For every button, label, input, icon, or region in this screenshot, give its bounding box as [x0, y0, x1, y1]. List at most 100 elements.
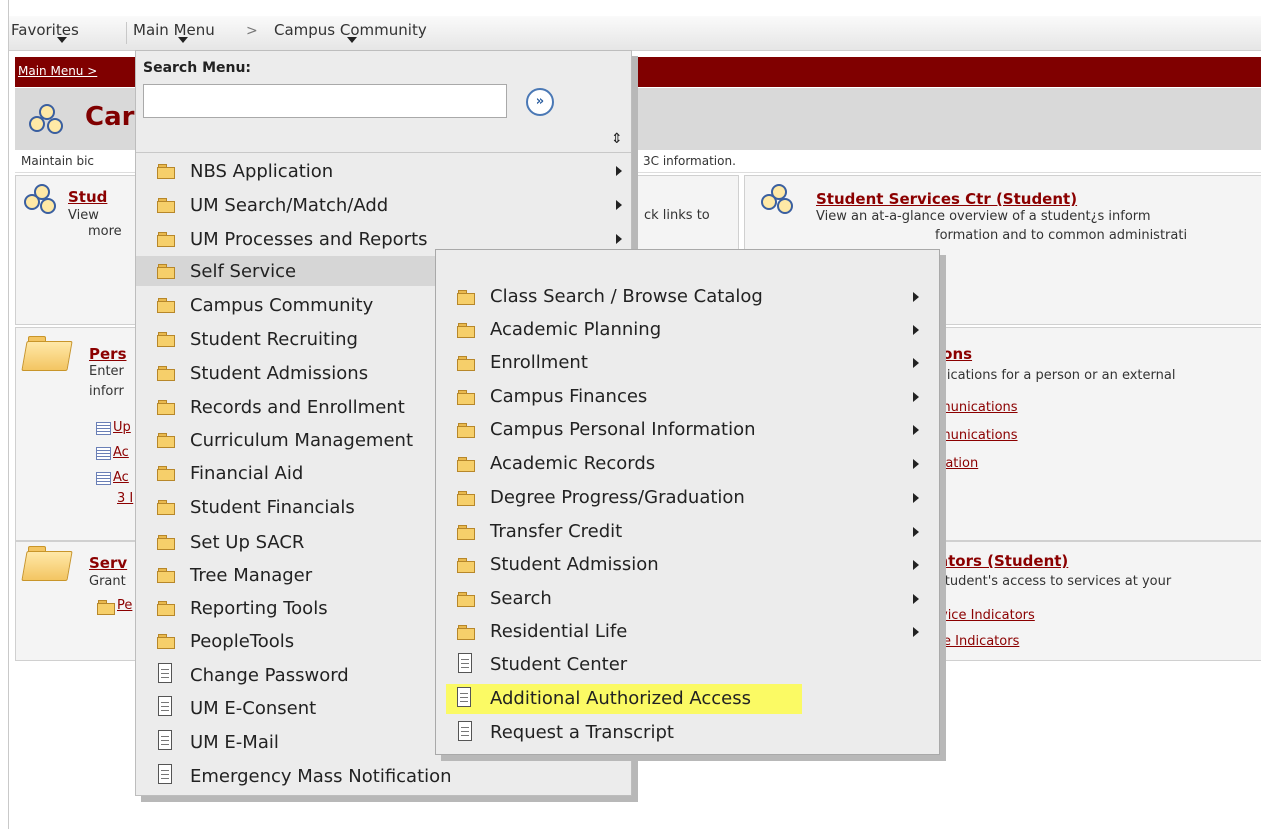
nav-divider [126, 22, 127, 44]
panel-title-stud[interactable]: Stud [68, 188, 107, 206]
folder-icon [157, 264, 175, 279]
page-icon [458, 653, 472, 673]
menu-item-label: Student Recruiting [190, 329, 358, 350]
folder-icon [457, 525, 475, 540]
folder-icon [457, 457, 475, 472]
submenu-arrow-icon [913, 594, 919, 604]
submenu-item-academic-planning[interactable]: Academic Planning [436, 315, 939, 345]
submenu-item-campus-finances[interactable]: Campus Finances [436, 382, 939, 412]
submenu-item-class-search-browse-catalog[interactable]: Class Search / Browse Catalog [436, 282, 939, 312]
menu-item-label: Financial Aid [190, 463, 304, 484]
submenu-item-label: Transfer Credit [490, 521, 623, 542]
panel-title-student-services-ctr[interactable]: Student Services Ctr (Student) [816, 190, 1077, 208]
folder-icon [157, 535, 175, 550]
chevron-down-icon[interactable] [178, 37, 188, 43]
panel-desc-stud-1: View [68, 208, 99, 223]
ind-link-2[interactable]: e Indicators [943, 634, 1019, 649]
search-menu-input[interactable] [143, 84, 507, 118]
submenu-item-residential-life[interactable]: Residential Life [436, 617, 939, 647]
submenu-arrow-icon [913, 358, 919, 368]
panel-title-indicators[interactable]: ators (Student) [938, 552, 1068, 570]
pers-more-link[interactable]: 3 I [117, 491, 133, 506]
sort-icon[interactable]: ⇕ [611, 131, 623, 147]
page-icon [457, 687, 471, 707]
menu-item-label: Self Service [190, 261, 297, 282]
people-icon [24, 184, 58, 218]
menu-item-label: UM Search/Match/Add [190, 195, 389, 216]
pers-link-2[interactable]: Ac [113, 445, 129, 460]
submenu-item-label: Enrollment [490, 352, 588, 373]
folder-icon [157, 164, 175, 179]
submenu-item-label: Additional Authorized Access [490, 688, 751, 709]
submenu-item-student-center[interactable]: Student Center [436, 650, 939, 680]
page-title: Car [85, 102, 135, 132]
submenu-item-label: Campus Finances [490, 386, 648, 407]
submenu-item-academic-records[interactable]: Academic Records [436, 449, 939, 479]
submenu-item-search[interactable]: Search [436, 584, 939, 614]
menu-item-nbs-application[interactable]: NBS Application [136, 156, 631, 186]
search-go-button[interactable]: » [526, 88, 554, 116]
menu-item-label: Records and Enrollment [190, 397, 405, 418]
panel-desc-stud-2: more [88, 224, 122, 239]
nav-favorites[interactable]: Favorites [11, 21, 79, 39]
submenu-arrow-icon [616, 234, 622, 244]
submenu-item-additional-authorized-access[interactable]: Additional Authorized Access [446, 684, 802, 714]
submenu-item-label: Request a Transcript [490, 722, 674, 743]
panel-title-communications[interactable]: ions [937, 345, 972, 363]
submenu-item-transfer-credit[interactable]: Transfer Credit [436, 517, 939, 547]
menu-item-label: Set Up SACR [190, 532, 305, 553]
submenu-item-request-a-transcript[interactable]: Request a Transcript [436, 718, 939, 748]
submenu-item-label: Residential Life [490, 621, 628, 642]
folder-icon [457, 592, 475, 607]
pers-link-3[interactable]: Ac [113, 470, 129, 485]
menu-item-label: PeopleTools [190, 631, 295, 652]
panel-desc-pers-1: Enter [89, 364, 124, 379]
chevron-down-icon[interactable] [347, 37, 357, 43]
folder-icon [457, 423, 475, 438]
serv-link[interactable]: Pe [117, 598, 132, 613]
ind-link-1[interactable]: vice Indicators [940, 608, 1035, 623]
panel-desc-pers-2: inforr [89, 384, 124, 399]
submenu-item-label: Search [490, 588, 552, 609]
page-desc-right: 3C information. [643, 154, 736, 168]
submenu-arrow-icon [913, 459, 919, 469]
breadcrumb[interactable]: Main Menu > [18, 64, 97, 78]
submenu-arrow-icon [913, 493, 919, 503]
panel-desc-ssc-2: formation and to common administrati [935, 228, 1188, 243]
panel-title-serv[interactable]: Serv [89, 554, 127, 572]
folder-icon [21, 336, 73, 371]
comm-link-2[interactable]: munications [938, 428, 1018, 443]
panel-desc-ind: student's access to services at your [938, 574, 1172, 589]
menu-item-label: Student Financials [190, 497, 355, 518]
grid-icon [96, 472, 111, 485]
submenu-item-student-admission[interactable]: Student Admission [436, 550, 939, 580]
nav-main-menu[interactable]: Main Menu [133, 21, 215, 39]
campus-community-icon [29, 102, 63, 136]
folder-icon [157, 634, 175, 649]
submenu-arrow-icon [913, 425, 919, 435]
submenu-item-degree-progress-graduation[interactable]: Degree Progress/Graduation [436, 483, 939, 513]
chevron-down-icon[interactable] [57, 37, 67, 43]
search-menu-label: Search Menu: [143, 60, 252, 76]
submenu-arrow-icon [616, 166, 622, 176]
menu-item-um-search-match-add[interactable]: UM Search/Match/Add [136, 190, 631, 220]
menu-item-emergency-mass-notification[interactable]: Emergency Mass Notification [136, 761, 631, 791]
panel-desc-ssc-1: View an at-a-glance overview of a studen… [816, 209, 1151, 224]
page-icon [458, 721, 472, 741]
comm-link-3[interactable]: ration [940, 456, 978, 471]
folder-icon [457, 558, 475, 573]
folder-icon [157, 332, 175, 347]
pers-link-1[interactable]: Up [113, 420, 131, 435]
panel-desc-quicklinks: ck links to [644, 208, 710, 223]
submenu-item-enrollment[interactable]: Enrollment [436, 348, 939, 378]
folder-icon [457, 390, 475, 405]
page-desc-left: Maintain bic [21, 154, 95, 168]
menu-item-label: Emergency Mass Notification [190, 766, 452, 787]
folder-icon [157, 601, 175, 616]
panel-title-pers[interactable]: Pers [89, 345, 127, 363]
comm-link-1[interactable]: munications [938, 400, 1018, 415]
folder-icon [157, 298, 175, 313]
submenu-item-label: Academic Records [490, 453, 656, 474]
menu-item-label: UM E-Consent [190, 698, 317, 719]
submenu-item-campus-personal-information[interactable]: Campus Personal Information [436, 415, 939, 445]
